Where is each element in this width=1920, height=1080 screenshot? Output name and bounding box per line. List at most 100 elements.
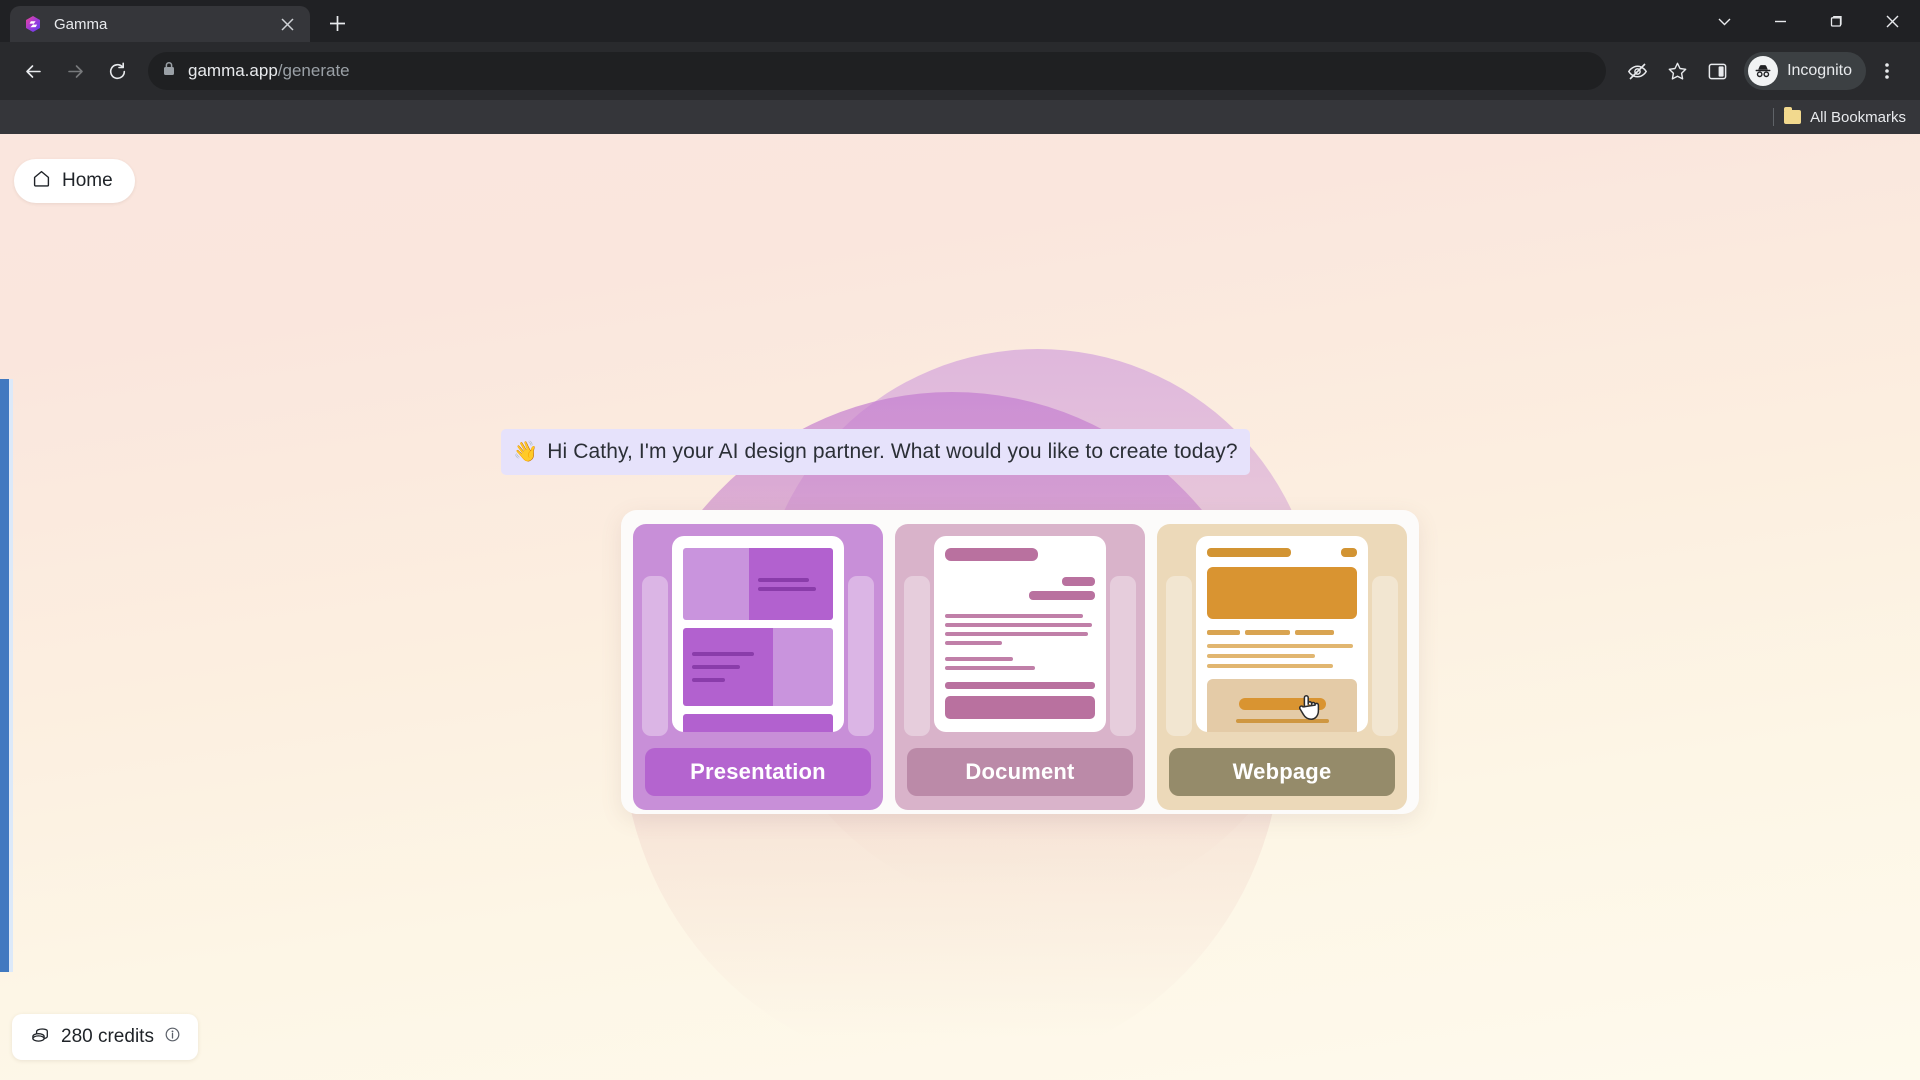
text-bar	[945, 632, 1088, 636]
text-bar	[1062, 577, 1095, 586]
text-bar	[945, 623, 1092, 627]
slide-row-b	[683, 628, 833, 706]
back-arrow-icon[interactable]	[14, 52, 52, 90]
window-controls	[1696, 0, 1920, 42]
close-window-icon[interactable]	[1864, 0, 1920, 42]
slide-image-block	[683, 548, 749, 620]
incognito-avatar-icon	[1748, 56, 1779, 86]
text-bar	[692, 665, 740, 669]
doc-paragraph-1	[945, 614, 1095, 645]
credits-badge[interactable]: 280 credits	[12, 1014, 198, 1060]
text-bar	[758, 577, 810, 582]
text-bar	[1207, 664, 1333, 668]
document-preview	[934, 536, 1106, 732]
browser-tab-gamma[interactable]: Gamma	[10, 6, 310, 42]
url-domain: gamma.app	[188, 61, 278, 80]
home-button-label: Home	[62, 170, 113, 191]
card-side-accent	[1166, 576, 1192, 736]
card-side-accent	[642, 576, 668, 736]
credits-label: 280 credits	[61, 1026, 154, 1047]
side-panel-icon[interactable]	[1698, 52, 1736, 90]
slide-row-c	[683, 714, 833, 732]
browser-toolbar: gamma.app/generate Incognito	[0, 42, 1920, 100]
ai-greeting-text: Hi Cathy, I'm your AI design partner. Wh…	[547, 440, 1238, 463]
bookmarks-bar: All Bookmarks	[0, 100, 1920, 134]
web-navbar	[1207, 548, 1357, 557]
restore-icon[interactable]	[1808, 0, 1864, 42]
text-bar	[1207, 654, 1315, 658]
text-bar	[945, 614, 1083, 618]
doc-paragraph-2	[945, 657, 1095, 670]
pointer-hand-cursor	[1296, 692, 1322, 722]
gamma-logo-icon	[24, 15, 42, 33]
slide-image-block	[773, 628, 833, 706]
presentation-label: Presentation	[690, 759, 826, 784]
info-circle-icon[interactable]	[165, 1027, 180, 1047]
text-bar	[1207, 630, 1240, 635]
profile-label: Incognito	[1787, 62, 1852, 79]
create-card-webpage[interactable]: Webpage	[1157, 524, 1407, 810]
home-icon	[32, 169, 51, 193]
card-side-accent	[904, 576, 930, 736]
slide-row-a	[683, 548, 833, 620]
web-nav-bar	[1340, 548, 1357, 557]
webpage-label: Webpage	[1232, 759, 1332, 784]
web-subheading	[1207, 630, 1357, 635]
text-bar	[1207, 644, 1353, 648]
slide-bullets-block	[683, 628, 773, 706]
wave-emoji-icon: 👋	[513, 441, 539, 463]
text-bar	[945, 657, 1013, 661]
text-bar	[692, 652, 754, 656]
all-bookmarks-label: All Bookmarks	[1810, 108, 1906, 126]
text-bar	[692, 678, 726, 682]
presentation-cta[interactable]: Presentation	[645, 748, 871, 796]
card-side-accent	[1372, 576, 1398, 736]
web-cta-panel	[1207, 679, 1357, 732]
three-dot-menu-icon[interactable]	[1868, 52, 1906, 90]
ai-greeting-banner: 👋 Hi Cathy, I'm your AI design partner. …	[501, 429, 1250, 475]
web-logo-bar	[1207, 548, 1291, 557]
create-card-document[interactable]: Document	[895, 524, 1145, 810]
text-bar	[1295, 630, 1334, 635]
coins-icon	[30, 1025, 50, 1050]
web-paragraph	[1207, 644, 1357, 668]
home-button[interactable]: Home	[14, 159, 135, 203]
tab-strip: Gamma	[0, 0, 1920, 42]
document-cta[interactable]: Document	[907, 748, 1133, 796]
bookmark-divider	[1773, 108, 1775, 126]
text-bar	[1029, 591, 1095, 600]
text-bar	[945, 641, 1002, 645]
address-bar[interactable]: gamma.app/generate	[148, 52, 1607, 90]
forward-arrow-icon[interactable]	[56, 52, 94, 90]
tracking-protection-icon[interactable]	[1618, 52, 1656, 90]
doc-divider-bar	[945, 682, 1095, 689]
toolbar-actions: Incognito	[1618, 52, 1906, 90]
tab-title: Gamma	[54, 15, 108, 33]
url-path: /generate	[277, 61, 350, 80]
presentation-preview	[672, 536, 844, 732]
gamma-generate-page: Home 👋 Hi Cathy, I'm your AI design part…	[0, 134, 1920, 1080]
create-card-presentation[interactable]: Presentation	[633, 524, 883, 810]
webpage-preview	[1196, 536, 1368, 732]
lock-icon	[162, 61, 176, 81]
text-bar	[1245, 630, 1290, 635]
bookmark-star-icon[interactable]	[1658, 52, 1696, 90]
doc-meta-block	[945, 577, 1095, 600]
card-side-accent	[848, 576, 874, 736]
bookmark-folder-icon	[1784, 107, 1802, 124]
all-bookmarks-button[interactable]: All Bookmarks	[1784, 107, 1906, 126]
doc-footer-block	[945, 696, 1095, 719]
card-side-accent	[1110, 576, 1136, 736]
reload-icon[interactable]	[98, 52, 136, 90]
url-text: gamma.app/generate	[188, 61, 350, 81]
webpage-cta[interactable]: Webpage	[1169, 748, 1395, 796]
minimize-icon[interactable]	[1752, 0, 1808, 42]
chevron-down-icon[interactable]	[1696, 0, 1752, 42]
page-scrollbar[interactable]	[0, 379, 13, 972]
profile-chip-incognito[interactable]: Incognito	[1744, 52, 1866, 90]
document-label: Document	[965, 759, 1075, 784]
browser-window: Gamma gamma.app/generate Incognito All B…	[0, 0, 1920, 1080]
page-viewport: Home 👋 Hi Cathy, I'm your AI design part…	[0, 134, 1920, 1080]
new-tab-button[interactable]	[320, 6, 354, 40]
close-icon[interactable]	[274, 11, 300, 37]
